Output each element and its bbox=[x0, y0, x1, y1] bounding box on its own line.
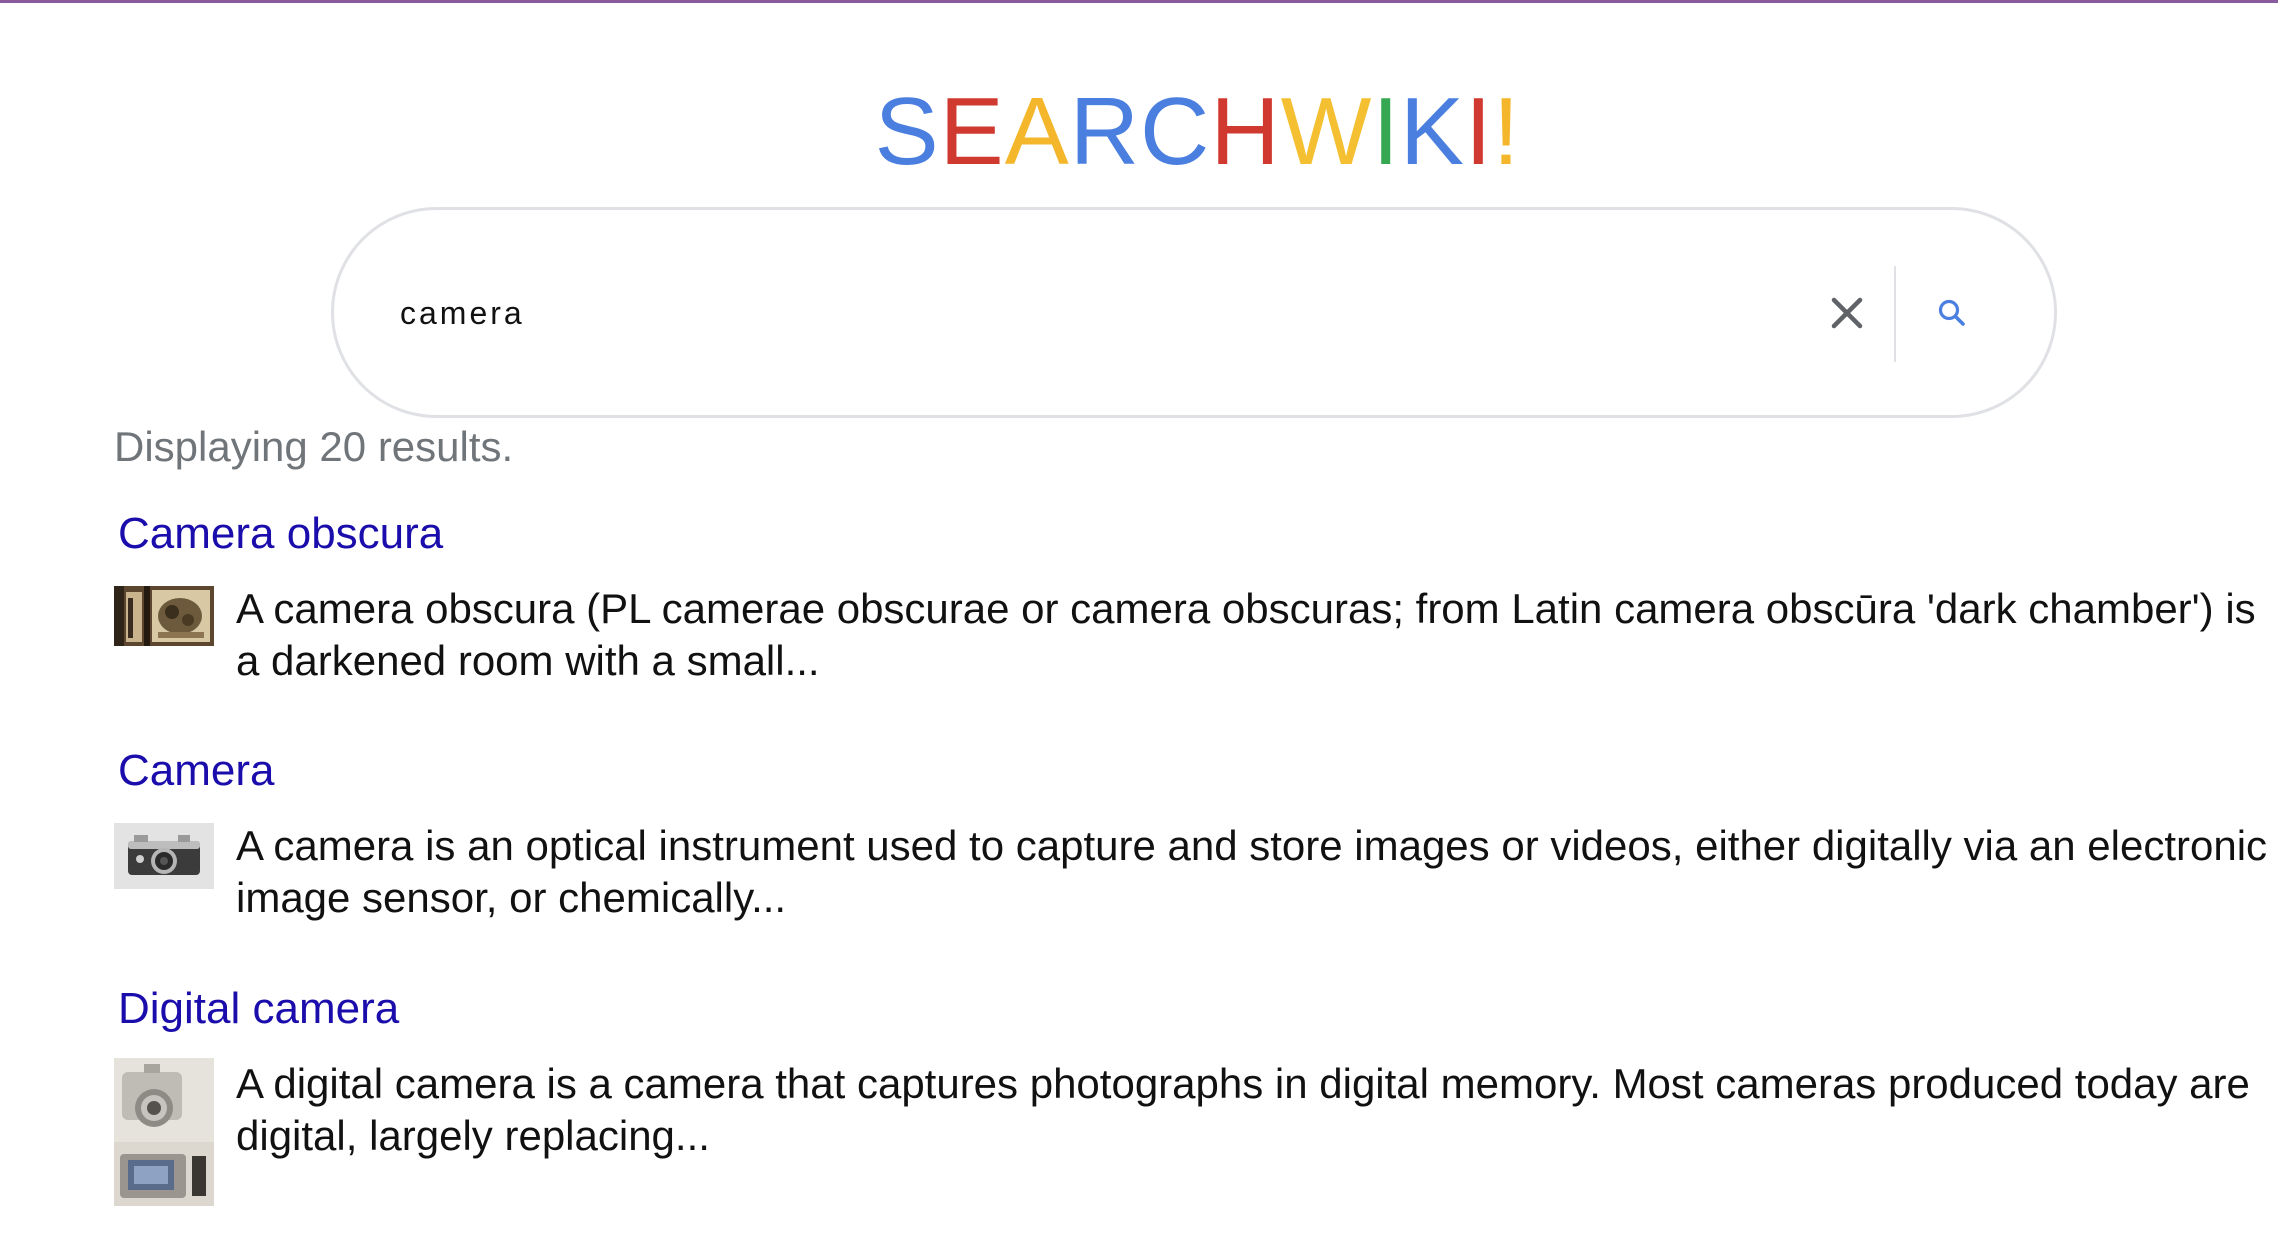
result-snippet: A camera is an optical instrument used t… bbox=[236, 822, 2268, 921]
logo-letter: S bbox=[874, 78, 940, 185]
logo-letter: C bbox=[1140, 78, 1211, 185]
camera-obscura-thumbnail[interactable] bbox=[114, 586, 214, 646]
result-title-link[interactable]: Digital camera bbox=[118, 980, 399, 1038]
logo-letter: E bbox=[939, 78, 1005, 185]
search-icon bbox=[1938, 299, 1965, 326]
search-divider bbox=[1894, 266, 1896, 362]
results-summary: Displaying 20 results. bbox=[114, 423, 514, 470]
search-box bbox=[331, 207, 2057, 418]
search-input[interactable] bbox=[400, 280, 1750, 346]
search-result: Camera obscura A camera obscura (PL came… bbox=[114, 505, 2256, 705]
result-title-link[interactable]: Camera obscura bbox=[118, 505, 443, 563]
close-icon bbox=[1831, 297, 1863, 329]
search-result: Camera A camera is an optical instrument… bbox=[114, 742, 2267, 942]
search-result: Digital camera A digital camera is a cam… bbox=[114, 980, 2250, 1210]
logo-letter: R bbox=[1069, 78, 1141, 185]
digital-camera-image bbox=[114, 1058, 214, 1206]
logo-letter: A bbox=[1004, 78, 1070, 185]
result-snippet: A digital camera is a camera that captur… bbox=[236, 1060, 2250, 1159]
camera-obscura-image bbox=[114, 586, 214, 646]
logo-letter: H bbox=[1210, 78, 1281, 185]
camera-thumbnail[interactable] bbox=[114, 823, 214, 889]
top-border bbox=[0, 0, 2278, 3]
logo-letter: K bbox=[1399, 78, 1466, 185]
digital-camera-thumbnail[interactable] bbox=[114, 1058, 214, 1206]
logo-letter: ! bbox=[1492, 78, 1521, 185]
logo-letter: I bbox=[1372, 78, 1400, 185]
result-snippet: A camera obscura (PL camerae obscurae or… bbox=[236, 585, 2256, 684]
result-title-link[interactable]: Camera bbox=[118, 742, 275, 800]
searchwiki-logo: SEARCHWIKI! bbox=[0, 80, 2278, 184]
camera-image bbox=[114, 823, 214, 889]
clear-search-button[interactable] bbox=[1822, 288, 1872, 338]
search-button[interactable] bbox=[1924, 285, 1980, 341]
logo-letter: I bbox=[1465, 78, 1493, 185]
logo-letter: W bbox=[1280, 78, 1373, 185]
